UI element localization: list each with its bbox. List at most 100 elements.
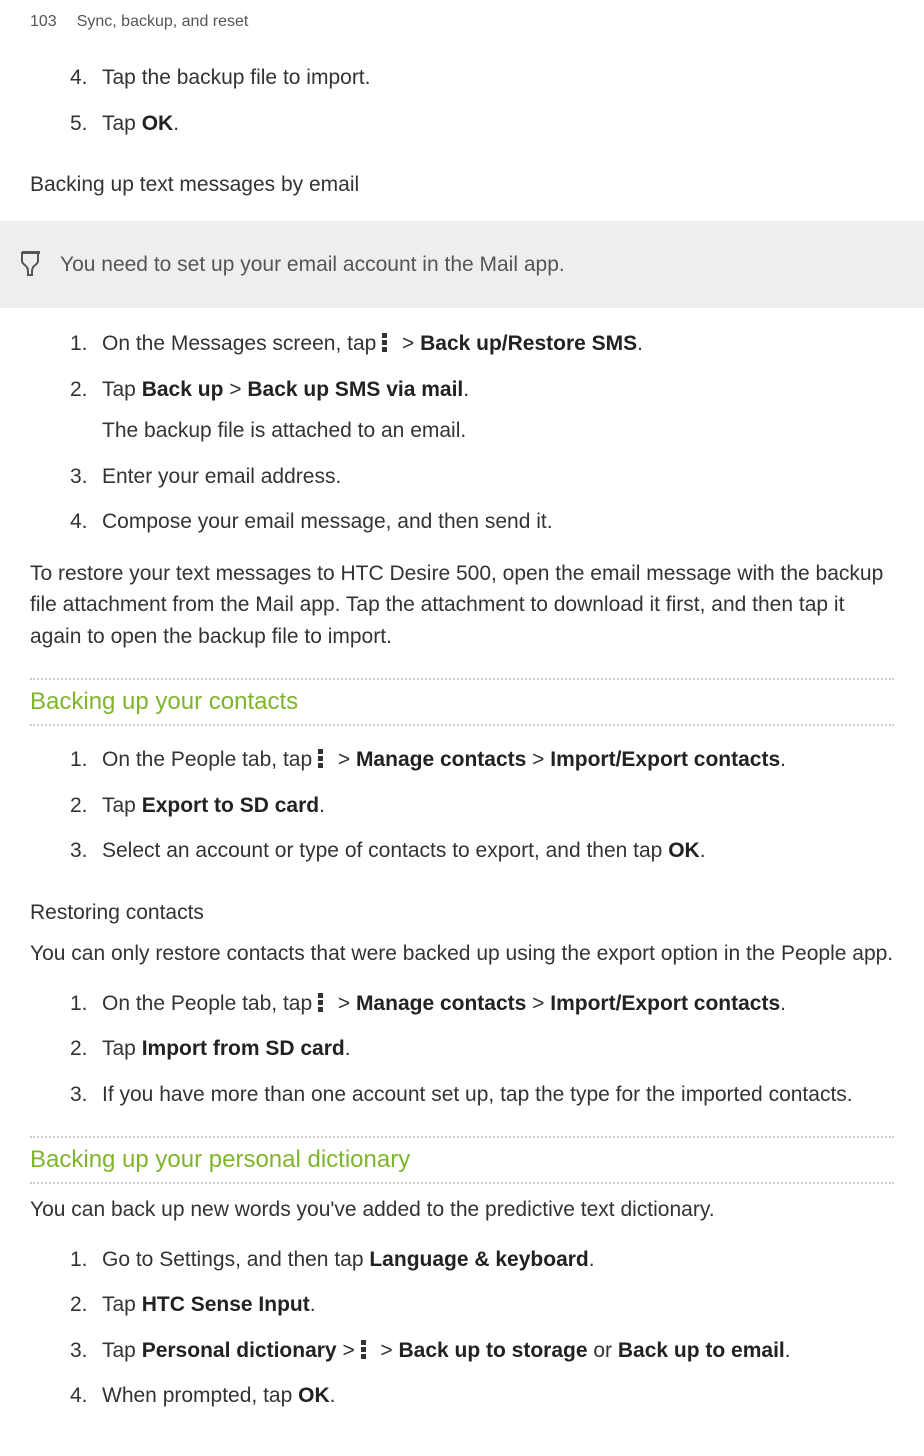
paragraph: You can back up new words you've added t…: [30, 1194, 894, 1226]
step-text: On the People tab, tap: [102, 748, 318, 771]
step-text: On the People tab, tap: [102, 992, 318, 1015]
steps5-list: 1. Go to Settings, and then tap Language…: [70, 1244, 894, 1412]
overflow-menu-icon: [382, 332, 396, 352]
requirement-icon: [20, 251, 42, 277]
list-item: 2. Tap Import from SD card.: [70, 1033, 894, 1065]
step-text: Tap: [102, 112, 142, 135]
step-body: Go to Settings, and then tap Language & …: [102, 1244, 894, 1276]
step-number: 1.: [70, 988, 102, 1020]
page-content: 4. Tap the backup file to import. 5. Tap…: [0, 62, 924, 1456]
step-text: .: [780, 748, 786, 771]
step-bold: Import from SD card: [142, 1037, 345, 1060]
list-item: 3. If you have more than one account set…: [70, 1079, 894, 1111]
step-number: 3.: [70, 1335, 102, 1367]
list-item: 1. On the Messages screen, tap > Back up…: [70, 328, 894, 360]
step-bold: Import/Export contacts: [550, 748, 780, 771]
overflow-menu-icon: [318, 748, 332, 768]
step-body: Tap Back up > Back up SMS via mail. The …: [102, 374, 894, 447]
list-item: 1. Go to Settings, and then tap Language…: [70, 1244, 894, 1276]
step-body: If you have more than one account set up…: [102, 1079, 894, 1111]
step-number: 4.: [70, 62, 102, 94]
step-text: .: [463, 378, 469, 401]
step-text: >: [332, 992, 356, 1015]
step-body: Tap Personal dictionary > > Back up to s…: [102, 1335, 894, 1367]
step-body: Tap Export to SD card.: [102, 790, 894, 822]
step-text: .: [173, 112, 179, 135]
list-item: 2. Tap Back up > Back up SMS via mail. T…: [70, 374, 894, 447]
step-body: Tap Import from SD card.: [102, 1033, 894, 1065]
list-item: 4. When prompted, tap OK.: [70, 1380, 894, 1412]
step-number: 5.: [70, 108, 102, 140]
step-bold: Back up: [142, 378, 224, 401]
step-text: Tap: [102, 1293, 142, 1316]
step-text: >: [223, 378, 247, 401]
steps4-list: 1. On the People tab, tap > Manage conta…: [70, 988, 894, 1111]
chapter-title: Sync, backup, and reset: [77, 10, 249, 34]
step-number: 2.: [70, 790, 102, 822]
step-text: >: [375, 1339, 399, 1362]
step-bold: Language & keyboard: [369, 1248, 588, 1271]
step-bold: Back up to email: [618, 1339, 785, 1362]
step-text: or: [588, 1339, 618, 1362]
list-item: 3. Tap Personal dictionary > > Back up t…: [70, 1335, 894, 1367]
step-bold: Personal dictionary: [142, 1339, 337, 1362]
steps3-list: 1. On the People tab, tap > Manage conta…: [70, 744, 894, 867]
step-text: >: [526, 992, 550, 1015]
step-bold: Import/Export contacts: [550, 992, 780, 1015]
step-text: Tap: [102, 1037, 142, 1060]
overflow-menu-icon: [361, 1339, 375, 1359]
step-text: Tap the backup file to import.: [102, 66, 370, 89]
step-bold: Export to SD card: [142, 794, 319, 817]
step-bold: OK: [298, 1384, 330, 1407]
step-number: 3.: [70, 461, 102, 493]
section-title-backing-up-your-contacts: Backing up your contacts: [30, 680, 894, 726]
intro-step-list: 4. Tap the backup file to import. 5. Tap…: [70, 62, 894, 139]
step-text: >: [332, 748, 356, 771]
step-text: On the Messages screen, tap: [102, 332, 382, 355]
step-body: Tap the backup file to import.: [102, 62, 894, 94]
step-text: Tap: [102, 378, 142, 401]
step-text: .: [637, 332, 643, 355]
overflow-menu-icon: [318, 992, 332, 1012]
step-bold: Back up SMS via mail: [247, 378, 463, 401]
step-text: Go to Settings, and then tap: [102, 1248, 369, 1271]
step-text: The backup file is attached to an email.: [102, 415, 894, 447]
step-body: On the People tab, tap > Manage contacts…: [102, 744, 894, 776]
step-text: .: [785, 1339, 791, 1362]
step-number: 1.: [70, 744, 102, 776]
step-number: 4.: [70, 506, 102, 538]
step-text: .: [330, 1384, 336, 1407]
step-text: Compose your email message, and then sen…: [102, 506, 894, 538]
step-bold: HTC Sense Input: [142, 1293, 310, 1316]
step-number: 3.: [70, 1079, 102, 1111]
step-text: .: [700, 839, 706, 862]
step-text: .: [589, 1248, 595, 1271]
step-text: .: [310, 1293, 316, 1316]
step-bold: OK: [142, 112, 174, 135]
step-number: 1.: [70, 1244, 102, 1276]
step-body: Tap HTC Sense Input.: [102, 1289, 894, 1321]
list-item: 2. Tap HTC Sense Input.: [70, 1289, 894, 1321]
step-text: When prompted, tap: [102, 1384, 298, 1407]
list-item: 3. Select an account or type of contacts…: [70, 835, 894, 867]
paragraph: You can only restore contacts that were …: [30, 938, 894, 970]
list-item: 4. Tap the backup file to import.: [70, 62, 894, 94]
step-text: Select an account or type of contacts to…: [102, 839, 668, 862]
list-item: 1. On the People tab, tap > Manage conta…: [70, 988, 894, 1020]
subheading-restoring-contacts: Restoring contacts: [30, 897, 894, 929]
step-bold: Manage contacts: [356, 992, 526, 1015]
step-bold: OK: [668, 839, 700, 862]
step-text: .: [319, 794, 325, 817]
step-bold: Back up/Restore SMS: [420, 332, 637, 355]
step-text: >: [526, 748, 550, 771]
step-number: 2.: [70, 374, 102, 447]
step-text: >: [337, 1339, 361, 1362]
list-item: 4. Compose your email message, and then …: [70, 506, 894, 538]
list-item: 2. Tap Export to SD card.: [70, 790, 894, 822]
subheading-backing-up-text-messages-by-email: Backing up text messages by email: [30, 169, 894, 201]
steps2-list: 1. On the Messages screen, tap > Back up…: [70, 328, 894, 538]
list-item: 3. Enter your email address.: [70, 461, 894, 493]
step-body: Enter your email address.: [102, 461, 894, 493]
step-number: 4.: [70, 1380, 102, 1412]
step-text: Tap: [102, 794, 142, 817]
